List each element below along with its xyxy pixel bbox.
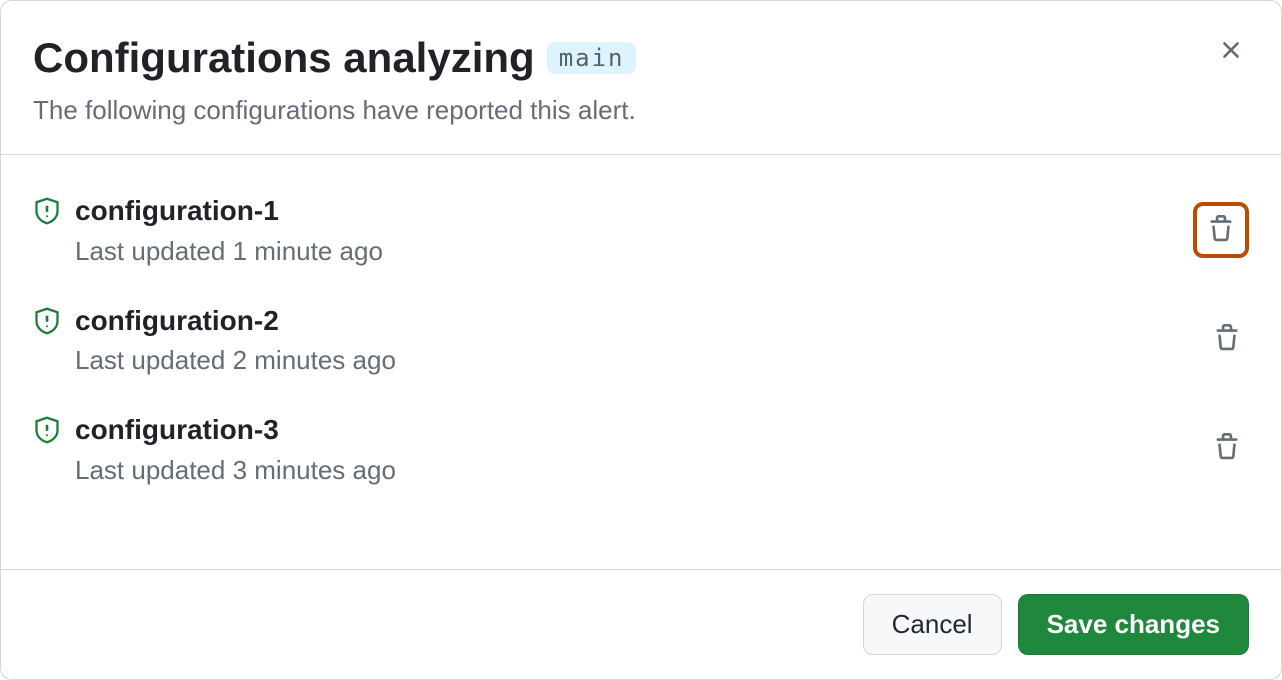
branch-badge: main	[547, 42, 637, 74]
configuration-item: configuration-3 Last updated 3 minutes ag…	[33, 394, 1249, 503]
configuration-name: configuration-1	[75, 193, 1193, 229]
delete-configuration-button[interactable]	[1205, 317, 1249, 361]
configurations-dialog: Configurations analyzing main The follow…	[0, 0, 1282, 680]
configuration-info: configuration-2 Last updated 2 minutes ag…	[75, 303, 1205, 376]
dialog-title: Configurations analyzing	[33, 33, 535, 83]
shield-alert-icon	[33, 416, 61, 444]
delete-configuration-button[interactable]	[1193, 202, 1249, 258]
configuration-name: configuration-3	[75, 412, 1205, 448]
trash-icon	[1207, 215, 1235, 246]
configuration-list: configuration-1 Last updated 1 minute ago…	[1, 155, 1281, 569]
dialog-title-row: Configurations analyzing main	[33, 33, 1249, 83]
dialog-footer: Cancel Save changes	[1, 569, 1281, 679]
save-changes-button[interactable]: Save changes	[1018, 594, 1249, 655]
configuration-updated: Last updated 1 minute ago	[75, 236, 1193, 267]
configuration-updated: Last updated 3 minutes ago	[75, 455, 1205, 486]
configuration-item: configuration-2 Last updated 2 minutes ag…	[33, 285, 1249, 394]
trash-icon	[1213, 324, 1241, 355]
configuration-updated: Last updated 2 minutes ago	[75, 345, 1205, 376]
cancel-button[interactable]: Cancel	[863, 594, 1002, 655]
delete-configuration-button[interactable]	[1205, 427, 1249, 471]
configuration-info: configuration-3 Last updated 3 minutes ag…	[75, 412, 1205, 485]
close-button[interactable]	[1213, 33, 1249, 69]
configuration-name: configuration-2	[75, 303, 1205, 339]
configuration-info: configuration-1 Last updated 1 minute ago	[75, 193, 1193, 266]
configuration-item: configuration-1 Last updated 1 minute ago	[33, 175, 1249, 284]
close-icon	[1217, 36, 1245, 67]
dialog-subtitle: The following configurations have report…	[33, 95, 1249, 126]
shield-alert-icon	[33, 197, 61, 225]
trash-icon	[1213, 433, 1241, 464]
shield-alert-icon	[33, 307, 61, 335]
dialog-header: Configurations analyzing main The follow…	[1, 1, 1281, 155]
